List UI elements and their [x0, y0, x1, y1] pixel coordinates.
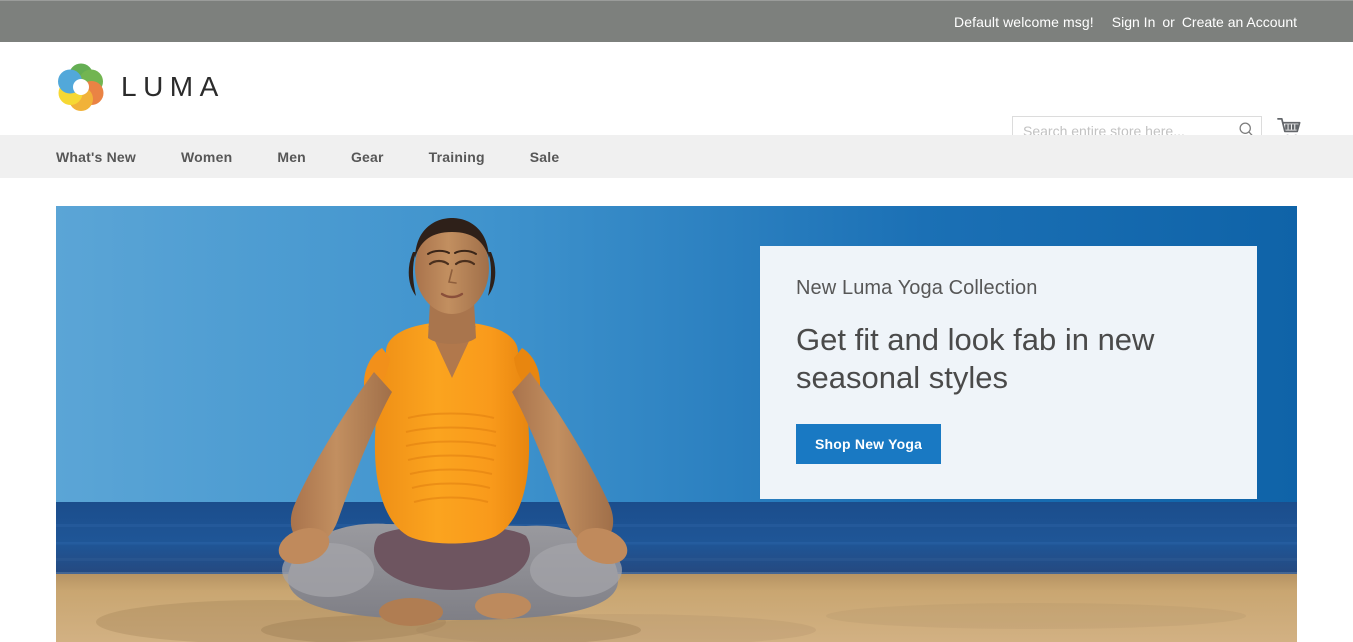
hero-headline: Get fit and look fab in new seasonal sty… — [796, 322, 1155, 396]
welcome-message: Default welcome msg! — [954, 13, 1094, 30]
nav-item-whats-new[interactable]: What's New — [56, 149, 136, 165]
nav-item-men[interactable]: Men — [277, 149, 306, 165]
nav-item-women[interactable]: Women — [181, 149, 232, 165]
logo-wordmark: LUMA — [121, 71, 225, 102]
hero-banner[interactable]: New Luma Yoga Collection Get fit and loo… — [56, 206, 1297, 642]
luma-rings-logo-icon — [56, 62, 106, 112]
top-panel: Default welcome msg! Sign In or Create a… — [0, 0, 1353, 42]
nav-item-training[interactable]: Training — [429, 149, 485, 165]
nav-item-sale[interactable]: Sale — [530, 149, 560, 165]
logo-link[interactable]: LUMA — [56, 62, 225, 112]
site-header: LUMA — [0, 42, 1353, 145]
shop-new-yoga-button[interactable]: Shop New Yoga — [796, 423, 942, 464]
nav-item-gear[interactable]: Gear — [351, 149, 384, 165]
hero-promo-panel: New Luma Yoga Collection Get fit and loo… — [760, 246, 1257, 499]
top-panel-separator: or — [1162, 13, 1175, 30]
main-navigation: What's New Women Men Gear Training Sale — [0, 135, 1353, 178]
create-account-link[interactable]: Create an Account — [1182, 14, 1297, 30]
sign-in-link[interactable]: Sign In — [1112, 14, 1156, 30]
hero-eyebrow: New Luma Yoga Collection — [796, 277, 1038, 299]
